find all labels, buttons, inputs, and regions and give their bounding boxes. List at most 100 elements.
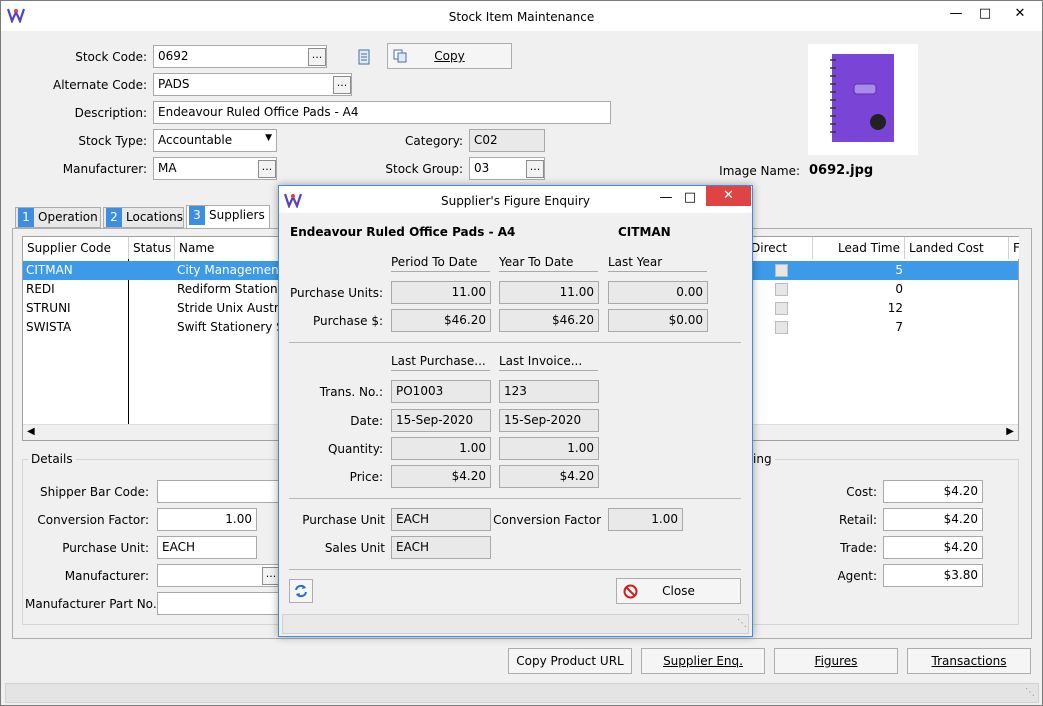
- dialog-conversion-factor-label: Conversion Factor: [493, 513, 601, 527]
- purchase-dollars-label: Purchase $:: [313, 314, 383, 328]
- col-status[interactable]: Status: [129, 237, 175, 259]
- copy-button-label: Copy: [434, 49, 465, 63]
- cost-input[interactable]: $4.20: [883, 480, 983, 503]
- copy-icon: [393, 49, 407, 63]
- dialog-close-x-button[interactable]: ✕: [706, 186, 751, 206]
- scroll-left-icon[interactable]: ◀: [27, 426, 35, 437]
- title-bar: Stock Item Maintenance — □ ✕: [1, 1, 1042, 31]
- stock-code-lookup-button[interactable]: ...: [308, 48, 326, 66]
- no-entry-icon: [623, 584, 638, 599]
- dialog-resize-grip-icon[interactable]: ⋱: [737, 618, 747, 629]
- tab-operation[interactable]: 1 Operation: [15, 207, 101, 228]
- dialog-maximize-button[interactable]: □: [679, 189, 701, 207]
- copy-button[interactable]: Copy: [387, 43, 512, 69]
- date-last-invoice: 15-Sep-2020: [499, 409, 599, 432]
- dialog-conversion-factor-value: 1.00: [608, 508, 683, 531]
- transactions-label: Transactions: [931, 654, 1007, 668]
- divider: [289, 342, 741, 343]
- close-button-label: Close: [662, 584, 695, 598]
- notes-icon[interactable]: [357, 49, 371, 65]
- window-title: Stock Item Maintenance: [448, 10, 595, 24]
- stock-code-input[interactable]: 0692: [153, 45, 327, 68]
- purchase-unit-label: Purchase Unit:: [62, 541, 149, 555]
- agent-input[interactable]: $3.80: [883, 564, 983, 587]
- figures-button[interactable]: Figures: [774, 648, 898, 674]
- trans-no-last-invoice: 123: [499, 380, 599, 403]
- supplier-figure-enquiry-dialog: Supplier's Figure Enquiry — □ ✕ Endeavou…: [278, 185, 753, 637]
- stock-group-lookup-button[interactable]: ...: [526, 160, 544, 178]
- purchase-unit-input[interactable]: EACH: [157, 536, 257, 559]
- shipper-bar-code-label: Shipper Bar Code:: [39, 485, 149, 499]
- description-input[interactable]: Endeavour Ruled Office Pads - A4: [153, 101, 611, 124]
- direct-ship-checkbox[interactable]: [775, 321, 788, 334]
- trans-no-label: Trans. No.:: [319, 385, 383, 399]
- col-f[interactable]: F: [1009, 237, 1020, 259]
- alternate-code-lookup-button[interactable]: ...: [333, 76, 351, 94]
- cell-code: STRUNI: [26, 301, 71, 315]
- dialog-title-bar: Supplier's Figure Enquiry — □ ✕: [279, 186, 752, 213]
- dialog-minimize-button[interactable]: —: [655, 189, 677, 207]
- col-year-to-date: Year To Date: [499, 255, 598, 272]
- purchase-units-label: Purchase Units:: [289, 286, 383, 300]
- minimize-button[interactable]: —: [945, 5, 967, 23]
- stock-type-value: Accountable: [158, 133, 233, 147]
- col-landed-cost-code[interactable]: Landed Cost Code: [905, 237, 1009, 277]
- date-last-purchase: 15-Sep-2020: [391, 409, 491, 432]
- refresh-button[interactable]: [289, 579, 313, 603]
- dialog-supplier-code: CITMAN: [618, 225, 671, 239]
- close-window-button[interactable]: ✕: [1009, 5, 1031, 23]
- purchase-units-ytd: 11.00: [499, 281, 599, 304]
- cell-code: SWISTA: [26, 320, 72, 334]
- trade-input[interactable]: $4.20: [883, 536, 983, 559]
- cost-label: Cost:: [846, 485, 877, 499]
- sales-unit-value: EACH: [391, 536, 491, 559]
- dialog-status-bar: [282, 614, 749, 634]
- stock-code-label: Stock Code:: [75, 50, 147, 64]
- scroll-right-icon[interactable]: ▶: [1006, 426, 1014, 437]
- close-button[interactable]: Close: [616, 578, 741, 604]
- col-last-invoice: Last Invoice...: [499, 354, 598, 371]
- alternate-code-input[interactable]: PADS: [153, 73, 352, 96]
- col-last-purchase: Last Purchase...: [391, 354, 490, 371]
- tab-number: 3: [189, 206, 205, 225]
- quantity-last-purchase: 1.00: [391, 437, 491, 460]
- category-input: C02: [469, 129, 545, 152]
- divider: [289, 498, 741, 499]
- cell-code: CITMAN: [26, 263, 73, 277]
- image-name-label: Image Name:: [719, 164, 800, 178]
- col-last-year: Last Year: [608, 255, 707, 272]
- tab-suppliers[interactable]: 3 Suppliers: [186, 205, 270, 229]
- maximize-button[interactable]: □: [974, 5, 996, 23]
- cell-lead-time: 7: [895, 320, 903, 334]
- manufacturer-lookup-button[interactable]: ...: [258, 160, 276, 178]
- copy-product-url-button[interactable]: Copy Product URL: [508, 648, 632, 674]
- col-period-to-date: Period To Date: [391, 255, 490, 272]
- tab-locations[interactable]: 2 Locations: [103, 207, 184, 228]
- description-label: Description:: [74, 106, 147, 120]
- purchase-dollars-ptd: $46.20: [391, 309, 491, 332]
- col-supplier-code[interactable]: Supplier Code: [23, 237, 129, 259]
- transactions-button[interactable]: Transactions: [907, 648, 1031, 674]
- retail-input[interactable]: $4.20: [883, 508, 983, 531]
- manufacturer-label: Manufacturer:: [62, 162, 147, 176]
- direct-ship-checkbox[interactable]: [775, 302, 788, 315]
- col-name[interactable]: Name: [175, 237, 281, 259]
- manufacturer-part-no-label: Manufacturer Part No.:: [25, 597, 161, 611]
- direct-ship-checkbox[interactable]: [775, 283, 788, 296]
- stock-type-select[interactable]: Accountable ▼: [153, 129, 277, 152]
- supplier-enquiry-button[interactable]: Supplier Enq.: [641, 648, 765, 674]
- cell-name: Stride Unix Australia: [177, 301, 278, 315]
- resize-grip-icon[interactable]: ⋱: [1025, 687, 1035, 698]
- details-manufacturer-label: Manufacturer:: [64, 569, 149, 583]
- conversion-factor-input[interactable]: 1.00: [157, 508, 257, 531]
- purchase-units-ptd: 11.00: [391, 281, 491, 304]
- manufacturer-part-no-input[interactable]: [157, 592, 281, 615]
- shipper-bar-code-input[interactable]: [157, 480, 281, 503]
- col-lead-time[interactable]: Lead Time: [813, 237, 905, 259]
- refresh-icon: [295, 584, 307, 598]
- chevron-down-icon: ▼: [265, 133, 272, 143]
- quantity-last-invoice: 1.00: [499, 437, 599, 460]
- trans-no-last-purchase: PO1003: [391, 380, 491, 403]
- col-direct-ship[interactable]: Direct Ship: [747, 237, 813, 277]
- direct-ship-checkbox[interactable]: [775, 264, 788, 277]
